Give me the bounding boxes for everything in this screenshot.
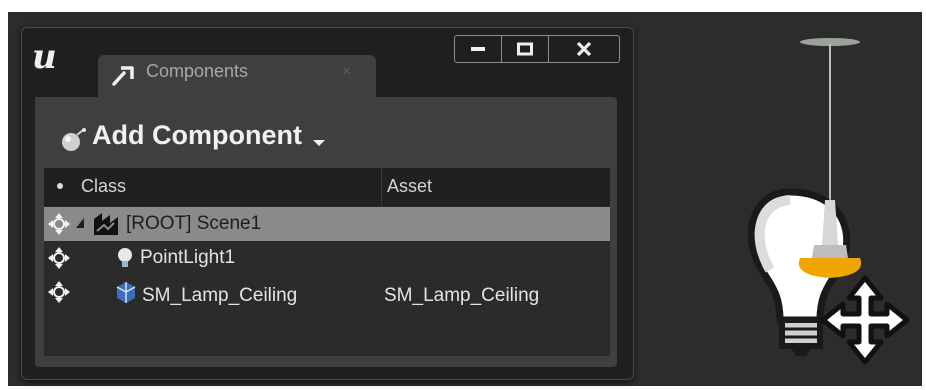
maximize-button[interactable] (502, 36, 549, 62)
move-icon (48, 281, 70, 303)
svg-text:u: u (32, 38, 57, 74)
component-asset: SM_Lamp_Ceiling (384, 285, 540, 306)
expand-arrow-icon[interactable] (75, 216, 85, 230)
static-mesh-icon (116, 282, 136, 303)
component-name: SM_Lamp_Ceiling (142, 285, 298, 306)
move-icon (48, 213, 70, 235)
close-button[interactable] (549, 36, 619, 62)
component-name: [ROOT] Scene1 (126, 213, 262, 234)
chevron-down-icon (313, 140, 325, 146)
ceiling-lamp-preview[interactable] (730, 30, 920, 380)
add-component-icon (62, 128, 86, 151)
tab-close-icon[interactable]: × (342, 63, 351, 81)
tab-label: Components (146, 61, 249, 81)
tree-header (44, 168, 610, 206)
minimize-icon (471, 47, 485, 51)
add-component-label: Add Component (92, 120, 302, 150)
move-widget-icon[interactable] (820, 275, 910, 365)
unreal-logo: u (32, 38, 57, 74)
move-icon (48, 247, 70, 269)
wrench-icon (112, 66, 134, 86)
scene-icon (94, 213, 118, 235)
column-options-icon[interactable] (57, 183, 63, 189)
close-icon (576, 41, 592, 57)
column-header-class[interactable]: Class (81, 176, 126, 197)
column-divider[interactable] (381, 168, 382, 206)
lamp-socket (812, 245, 848, 258)
window-controls (454, 35, 620, 63)
maximize-icon (517, 42, 533, 56)
point-light-icon (118, 248, 132, 267)
minimize-button[interactable] (455, 36, 502, 62)
column-header-asset[interactable]: Asset (387, 176, 432, 197)
component-name: PointLight1 (140, 247, 236, 268)
